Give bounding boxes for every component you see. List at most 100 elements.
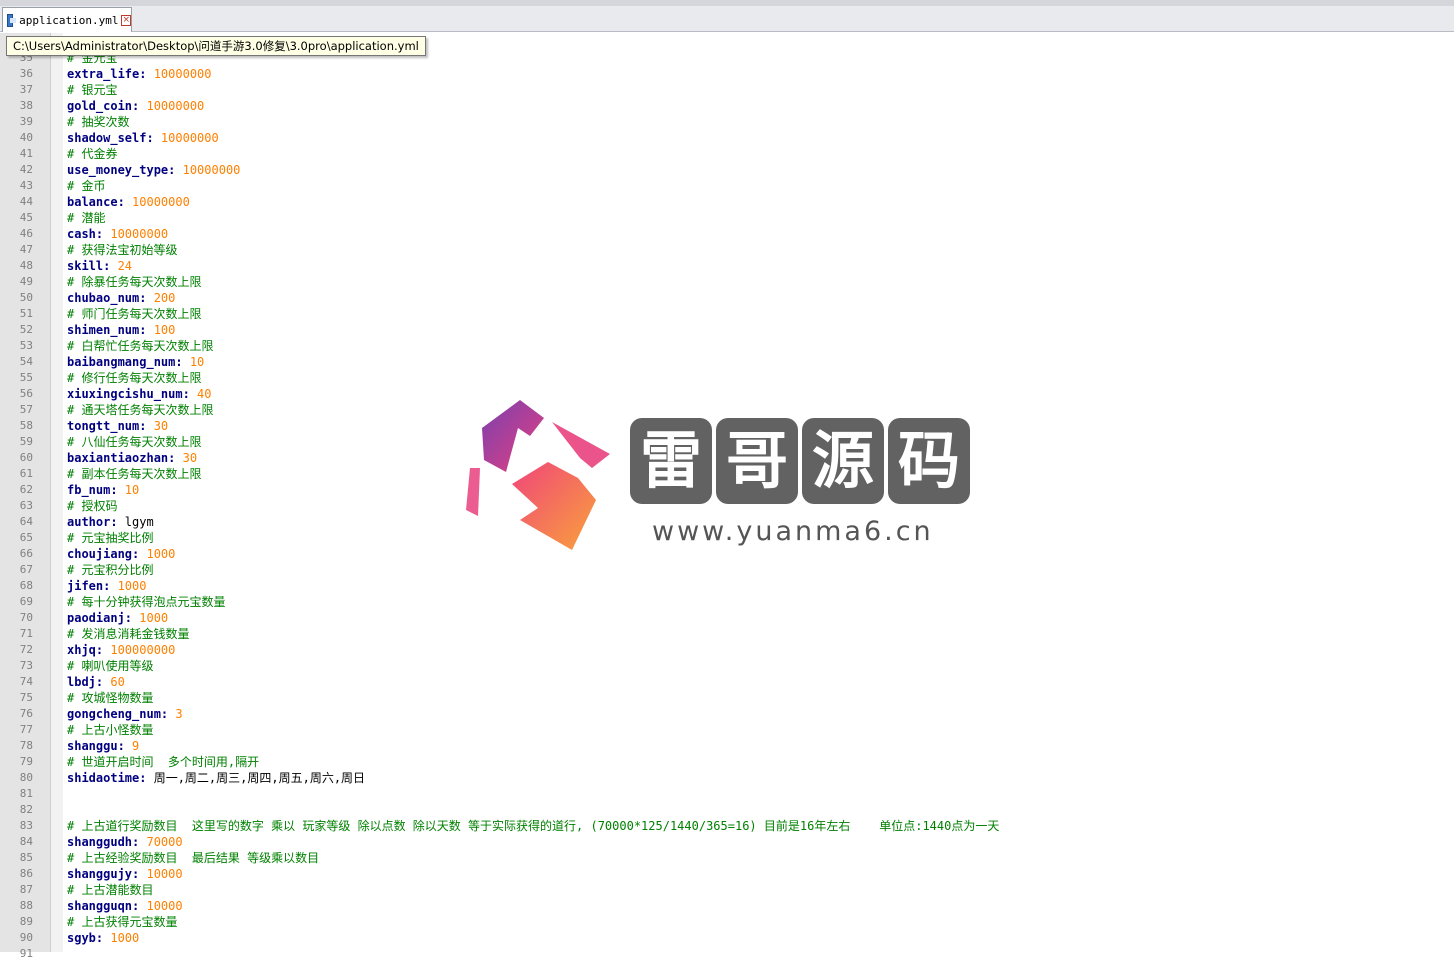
yaml-key: xiuxingcishu_num:: [67, 387, 190, 401]
code-text: # 八仙任务每天次数上限: [67, 434, 201, 450]
code-line[interactable]: 46 cash: 10000000: [0, 226, 1454, 242]
line-number: 46: [19, 227, 33, 240]
yaml-value: 70000: [139, 835, 183, 849]
code-text: sgyb: 1000: [67, 930, 139, 946]
code-line[interactable]: 82: [0, 802, 1454, 818]
code-line[interactable]: 55 # 修行任务每天次数上限: [0, 370, 1454, 386]
yaml-key: lbdj:: [67, 675, 104, 689]
yaml-value: 60: [103, 675, 125, 689]
code-line[interactable]: 52 shimen_num: 100: [0, 322, 1454, 338]
yaml-key: skill:: [67, 259, 111, 273]
code-line[interactable]: 90 sgyb: 1000: [0, 930, 1454, 946]
code-line[interactable]: 53 # 白帮忙任务每天次数上限: [0, 338, 1454, 354]
code-line[interactable]: 72 xhjq: 100000000: [0, 642, 1454, 658]
code-line[interactable]: 78 shanggu: 9: [0, 738, 1454, 754]
yaml-comment: # 获得法宝初始等级: [67, 243, 178, 257]
code-text: gold_coin: 10000000: [67, 98, 204, 114]
yaml-key: baxiantiaozhan:: [67, 451, 176, 465]
code-line[interactable]: 85 # 上古经验奖励数目 最后结果 等级乘以数目: [0, 850, 1454, 866]
yaml-key: gold_coin:: [67, 99, 140, 113]
code-text: # 代金券: [67, 146, 117, 162]
line-number: 65: [19, 531, 33, 544]
code-line[interactable]: 80 shidaotime: 周一,周二,周三,周四,周五,周六,周日: [0, 770, 1454, 786]
line-number: 56: [19, 387, 33, 400]
code-line[interactable]: 86 shanggujy: 10000: [0, 866, 1454, 882]
watermark-char: 雷: [630, 418, 712, 504]
code-line[interactable]: 41 # 代金券: [0, 146, 1454, 162]
code-line[interactable]: 49 # 除暴任务每天次数上限: [0, 274, 1454, 290]
code-text: # 白帮忙任务每天次数上限: [67, 338, 213, 354]
line-number: 38: [19, 99, 33, 112]
line-number: 50: [19, 291, 33, 304]
yaml-key: extra_life:: [67, 67, 147, 81]
code-text: use_money_type: 10000000: [67, 162, 240, 178]
code-line[interactable]: 81: [0, 786, 1454, 802]
code-line[interactable]: 71 # 发消息消耗金钱数量: [0, 626, 1454, 642]
code-text: baibangmang_num: 10: [67, 354, 204, 370]
code-line[interactable]: 89 # 上古获得元宝数量: [0, 914, 1454, 930]
code-line[interactable]: 48 skill: 24: [0, 258, 1454, 274]
code-line[interactable]: 66 choujiang: 1000: [0, 546, 1454, 562]
code-line[interactable]: 69 # 每十分钟获得泡点元宝数量: [0, 594, 1454, 610]
code-line[interactable]: 36 extra_life: 10000000: [0, 66, 1454, 82]
code-line[interactable]: 45 # 潜能: [0, 210, 1454, 226]
code-text: jifen: 1000: [67, 578, 146, 594]
code-line[interactable]: 67 # 元宝积分比例: [0, 562, 1454, 578]
yaml-comment: # 八仙任务每天次数上限: [67, 435, 202, 449]
line-number: 44: [19, 195, 33, 208]
code-line[interactable]: 88 shangguqn: 10000: [0, 898, 1454, 914]
code-line[interactable]: 54 baibangmang_num: 10: [0, 354, 1454, 370]
yaml-key: shimen_num:: [67, 323, 147, 337]
code-line[interactable]: 75 # 攻城怪物数量: [0, 690, 1454, 706]
code-text: # 世道开启时间 多个时间用,隔开: [67, 754, 259, 770]
code-line[interactable]: 57 # 通天塔任务每天次数上限: [0, 402, 1454, 418]
code-line[interactable]: 68 jifen: 1000: [0, 578, 1454, 594]
code-line[interactable]: 51 # 师门任务每天次数上限: [0, 306, 1454, 322]
line-number: 86: [19, 867, 33, 880]
line-number: 82: [19, 803, 33, 816]
yaml-key: gongcheng_num:: [67, 707, 169, 721]
code-line[interactable]: 50 chubao_num: 200: [0, 290, 1454, 306]
code-line[interactable]: 84 shanggudh: 70000: [0, 834, 1454, 850]
yaml-key: shanggu:: [67, 739, 125, 753]
code-line[interactable]: 83 # 上古道行奖励数目 这里写的数字 乘以 玩家等级 除以点数 除以天数 等于…: [0, 818, 1454, 834]
code-text: tongtt_num: 30: [67, 418, 168, 434]
code-line[interactable]: 74 lbdj: 60: [0, 674, 1454, 690]
watermark-char: 哥: [716, 418, 798, 504]
yaml-comment: # 金币: [67, 179, 106, 193]
code-line[interactable]: 56 xiuxingcishu_num: 40: [0, 386, 1454, 402]
line-number: 62: [19, 483, 33, 496]
code-line[interactable]: 44 balance: 10000000: [0, 194, 1454, 210]
yaml-key: cash:: [67, 227, 104, 241]
code-line[interactable]: 73 # 喇叭使用等级: [0, 658, 1454, 674]
code-line[interactable]: 38 gold_coin: 10000000: [0, 98, 1454, 114]
code-line[interactable]: 87 # 上古潜能数目: [0, 882, 1454, 898]
code-text: # 上古道行奖励数目 这里写的数字 乘以 玩家等级 除以点数 除以天数 等于实际…: [67, 818, 999, 834]
tab-application-yml[interactable]: application.yml ×: [2, 7, 132, 32]
code-line[interactable]: 37 # 银元宝: [0, 82, 1454, 98]
yaml-value: 1000: [103, 931, 140, 945]
code-line[interactable]: 40 shadow_self: 10000000: [0, 130, 1454, 146]
code-line[interactable]: 43 # 金币: [0, 178, 1454, 194]
code-text: fb_num: 10: [67, 482, 139, 498]
code-line[interactable]: 77 # 上古小怪数量: [0, 722, 1454, 738]
watermark-title: 雷 哥 源 码: [630, 418, 970, 506]
code-line[interactable]: 42 use_money_type: 10000000: [0, 162, 1454, 178]
yaml-value: 1000: [110, 579, 147, 593]
code-line[interactable]: 79 # 世道开启时间 多个时间用,隔开: [0, 754, 1454, 770]
code-text: # 师门任务每天次数上限: [67, 306, 201, 322]
line-number: 53: [19, 339, 33, 352]
yaml-key: jifen:: [67, 579, 111, 593]
yaml-value: 10000: [139, 899, 183, 913]
code-line[interactable]: 91: [0, 946, 1454, 962]
close-icon[interactable]: ×: [121, 14, 131, 26]
line-number: 87: [19, 883, 33, 896]
line-number: 79: [19, 755, 33, 768]
code-line[interactable]: 76 gongcheng_num: 3: [0, 706, 1454, 722]
code-line[interactable]: 70 paodianj: 1000: [0, 610, 1454, 626]
code-line[interactable]: 47 # 获得法宝初始等级: [0, 242, 1454, 258]
yaml-key: shanggujy:: [67, 867, 140, 881]
code-text: shadow_self: 10000000: [67, 130, 219, 146]
yaml-value: 10000000: [103, 227, 169, 241]
code-line[interactable]: 39 # 抽奖次数: [0, 114, 1454, 130]
